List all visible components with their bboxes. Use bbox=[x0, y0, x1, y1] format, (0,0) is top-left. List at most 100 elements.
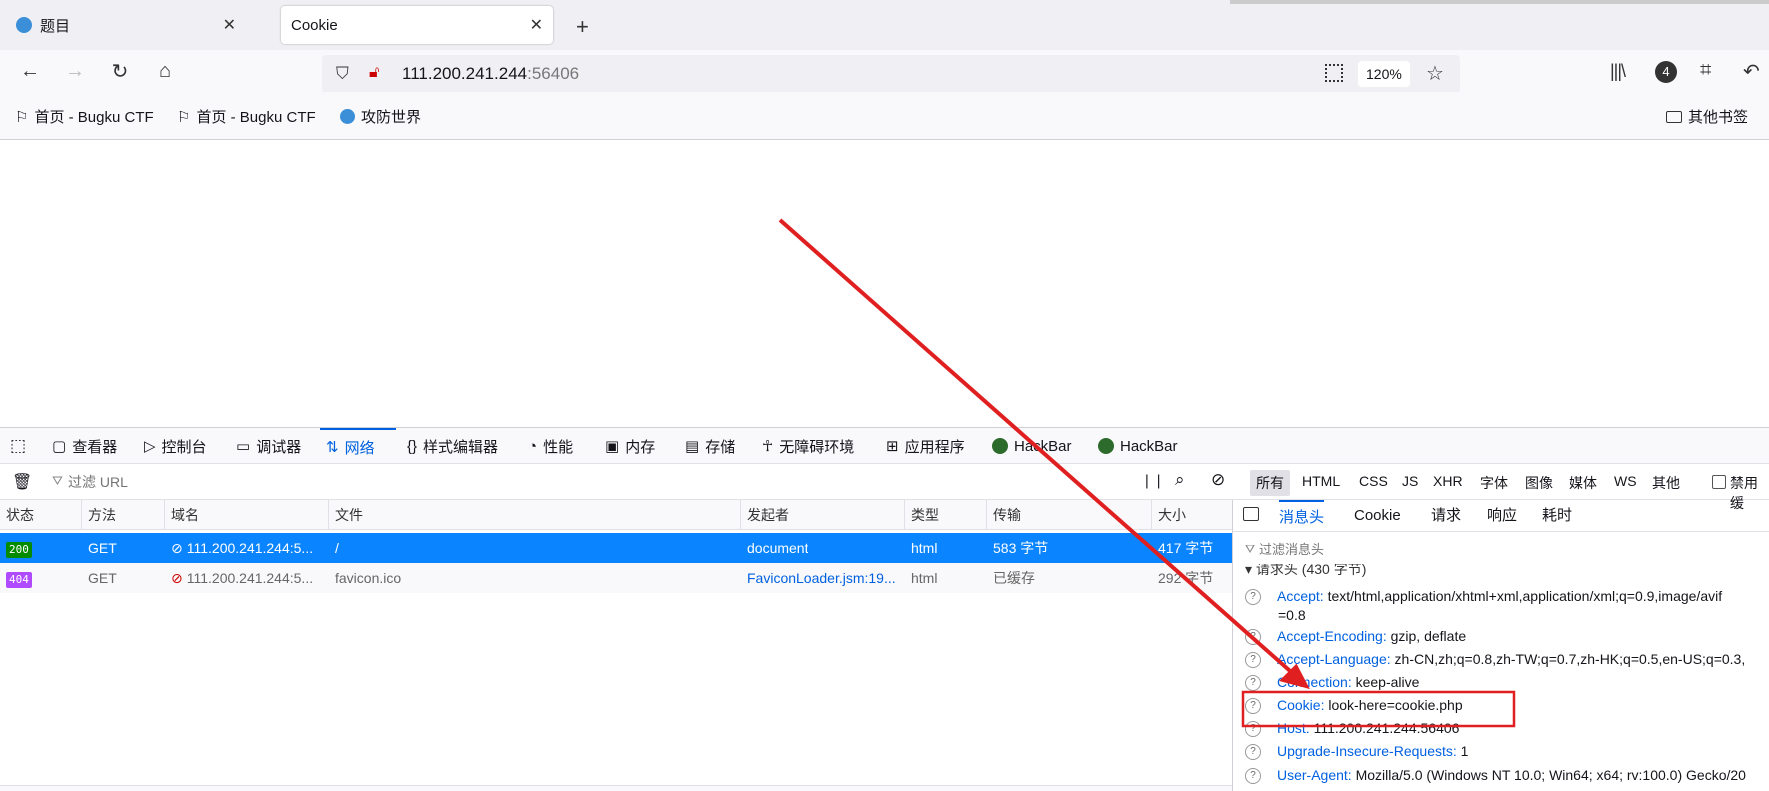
other-bookmarks[interactable]: 其他书签 bbox=[1666, 106, 1748, 127]
trash-icon[interactable]: 🗑︎ bbox=[12, 472, 32, 492]
filter-type-font[interactable]: 字体 bbox=[1480, 473, 1508, 493]
header-host[interactable]: ? Host: 111.200.241.244:56406 bbox=[1245, 716, 1459, 740]
bookmark-item[interactable]: ⚐ 首页 - Bugku CTF bbox=[177, 106, 316, 127]
crop-icon[interactable]: ⌗ bbox=[1700, 59, 1711, 82]
tab-console[interactable]: ▷ 控制台 bbox=[144, 428, 207, 464]
filter-type-media[interactable]: 媒体 bbox=[1569, 473, 1597, 493]
url-bar[interactable]: ⛉ 🔓︎ 111.200.241.244:56406 120% ☆ bbox=[322, 55, 1460, 93]
filter-type-html[interactable]: HTML bbox=[1302, 473, 1340, 489]
filter-type-all[interactable]: 所有 bbox=[1250, 470, 1290, 496]
close-icon[interactable]: ✕ bbox=[530, 15, 543, 35]
other-bookmarks-label: 其他书签 bbox=[1688, 109, 1749, 126]
header-name: User-Agent: bbox=[1277, 767, 1352, 783]
table-row[interactable]: 404 GET ⊘ 111.200.241.244:5... favicon.ic… bbox=[0, 563, 1232, 593]
tab-timu[interactable]: 题目 ✕ bbox=[6, 6, 246, 44]
tab-response[interactable]: 响应 bbox=[1487, 500, 1517, 532]
filter-type-other[interactable]: 其他 bbox=[1652, 473, 1680, 493]
header-accept-language[interactable]: ? Accept-Language: zh-CN,zh;q=0.8,zh-TW;q… bbox=[1245, 647, 1745, 671]
header-value: Mozilla/5.0 (Windows NT 10.0; Win64; x64… bbox=[1355, 767, 1746, 783]
help-icon[interactable]: ? bbox=[1245, 652, 1261, 669]
tab-request[interactable]: 请求 bbox=[1431, 500, 1461, 532]
tab-storage[interactable]: ▤ 存储 bbox=[685, 428, 735, 464]
table-row[interactable]: 200 GET ⊘ 111.200.241.244:5... / document… bbox=[0, 533, 1232, 563]
pause-icon[interactable]: ❘❘ bbox=[1141, 472, 1164, 489]
tab-hackbar-1[interactable]: HackBar bbox=[992, 428, 1072, 464]
shield-icon[interactable]: ⛉ bbox=[336, 64, 349, 84]
library-icon[interactable]: |||\ bbox=[1610, 61, 1626, 82]
col-transfer[interactable]: 传输 bbox=[987, 500, 1152, 530]
col-initiator[interactable]: 发起者 bbox=[741, 500, 905, 530]
header-connection[interactable]: ? Connection: keep-alive bbox=[1245, 670, 1419, 694]
header-accept[interactable]: ? Accept: text/html,application/xhtml+xml… bbox=[1245, 584, 1722, 608]
bookmark-item[interactable]: ⚐ 首页 - Bugku CTF bbox=[15, 106, 154, 127]
search-icon[interactable]: ⌕ bbox=[1175, 470, 1185, 490]
col-size[interactable]: 大小 bbox=[1152, 500, 1232, 530]
header-accept-encoding[interactable]: ? Accept-Encoding: gzip, deflate bbox=[1245, 624, 1466, 648]
filter-icon: ⛛ bbox=[52, 473, 63, 488]
devtools-toolbar: ⬚ ▢ 查看器 ▷ 控制台 ▭ 调试器 ⇅ 网络 {} 样式编辑器 ◔ 性能 ▣ 内存 ▤ 存储… bbox=[0, 428, 1769, 464]
help-icon[interactable]: ? bbox=[1245, 698, 1261, 715]
tab-hackbar-2[interactable]: HackBar bbox=[1098, 428, 1178, 464]
tab-timings[interactable]: 耗时 bbox=[1542, 500, 1572, 532]
header-upgrade-insecure[interactable]: ? Upgrade-Insecure-Requests: 1 bbox=[1245, 739, 1468, 763]
url-text[interactable]: 111.200.241.244:56406 bbox=[402, 64, 579, 84]
insecure-lock-icon[interactable]: 🔓︎ bbox=[369, 64, 379, 82]
back-icon[interactable]: ← bbox=[18, 59, 42, 83]
col-method[interactable]: 方法 bbox=[82, 500, 165, 530]
help-icon[interactable]: ? bbox=[1245, 589, 1261, 606]
forward-icon[interactable]: → bbox=[63, 59, 87, 83]
filter-type-js[interactable]: JS bbox=[1402, 473, 1418, 489]
plus-icon[interactable]: + bbox=[576, 14, 589, 40]
filter-type-css[interactable]: CSS bbox=[1359, 473, 1388, 489]
filter-type-xhr[interactable]: XHR bbox=[1433, 473, 1463, 489]
undo-icon[interactable]: ↶ bbox=[1743, 59, 1760, 84]
header-user-agent[interactable]: ? User-Agent: Mozilla/5.0 (Windows NT 10.… bbox=[1245, 763, 1746, 787]
help-icon[interactable]: ? bbox=[1245, 675, 1261, 692]
filter-type-ws[interactable]: WS bbox=[1614, 473, 1637, 489]
request-table-header: 状态 方法 域名 文件 发起者 类型 传输 大小 bbox=[0, 500, 1232, 530]
account-badge[interactable]: 4 bbox=[1655, 61, 1677, 83]
filter-url-input[interactable] bbox=[68, 470, 1118, 494]
section-title[interactable]: ▾ 请求头 (430 字节) bbox=[1245, 564, 1366, 580]
header-value: zh-CN,zh;q=0.8,zh-TW;q=0.7,zh-HK;q=0.5,e… bbox=[1394, 651, 1746, 667]
help-icon[interactable]: ? bbox=[1245, 629, 1261, 646]
filter-headers-input[interactable] bbox=[1259, 538, 1739, 560]
tab-headers[interactable]: 消息头 bbox=[1279, 500, 1325, 532]
toggle-panel-icon[interactable] bbox=[1243, 507, 1259, 521]
tab-application[interactable]: ⊞ 应用程序 bbox=[886, 428, 965, 464]
help-icon[interactable]: ? bbox=[1245, 768, 1261, 785]
picker-icon[interactable]: ⬚ bbox=[10, 436, 26, 456]
col-type[interactable]: 类型 bbox=[905, 500, 987, 530]
flag-icon: ⚐ bbox=[177, 108, 191, 126]
col-domain[interactable]: 域名 bbox=[165, 500, 329, 530]
col-file[interactable]: 文件 bbox=[329, 500, 741, 530]
world-icon bbox=[340, 109, 355, 124]
close-icon[interactable]: ✕ bbox=[223, 15, 236, 35]
star-icon[interactable]: ☆ bbox=[1426, 61, 1444, 86]
tab-inspector[interactable]: ▢ 查看器 bbox=[52, 428, 117, 464]
qr-code-icon[interactable] bbox=[1325, 64, 1343, 82]
reload-icon[interactable]: ↻ bbox=[108, 59, 132, 83]
bookmark-item[interactable]: 攻防世界 bbox=[340, 106, 421, 127]
block-icon[interactable]: ⊘ bbox=[1211, 470, 1225, 490]
disable-cache-checkbox[interactable] bbox=[1712, 475, 1726, 489]
help-icon[interactable]: ? bbox=[1245, 744, 1261, 761]
tab-cookies[interactable]: Cookie bbox=[1354, 500, 1401, 532]
header-cookie[interactable]: ? Cookie: look-here=cookie.php bbox=[1245, 693, 1463, 717]
initiator-link[interactable]: FaviconLoader.jsm:19... bbox=[741, 563, 896, 593]
tab-network[interactable]: ⇅ 网络 bbox=[320, 428, 396, 464]
header-name: Accept: bbox=[1277, 588, 1324, 604]
tab-debugger[interactable]: ▭ 调试器 bbox=[236, 428, 301, 464]
tab-memory[interactable]: ▣ 内存 bbox=[605, 428, 655, 464]
tab-cookie[interactable]: Cookie ✕ bbox=[281, 6, 553, 44]
help-icon[interactable]: ? bbox=[1245, 721, 1261, 738]
window-edge bbox=[1230, 0, 1769, 4]
zoom-level[interactable]: 120% bbox=[1358, 61, 1410, 87]
tab-style-editor[interactable]: {} 样式编辑器 bbox=[407, 428, 498, 464]
tab-performance[interactable]: ◔ 性能 bbox=[528, 428, 573, 464]
domain-text: 111.200.241.244:5... bbox=[186, 570, 314, 586]
home-icon[interactable]: ⌂ bbox=[153, 59, 177, 83]
tab-accessibility[interactable]: ☥ 无障碍环境 bbox=[762, 428, 854, 464]
col-status[interactable]: 状态 bbox=[0, 500, 82, 530]
filter-type-image[interactable]: 图像 bbox=[1525, 473, 1553, 493]
